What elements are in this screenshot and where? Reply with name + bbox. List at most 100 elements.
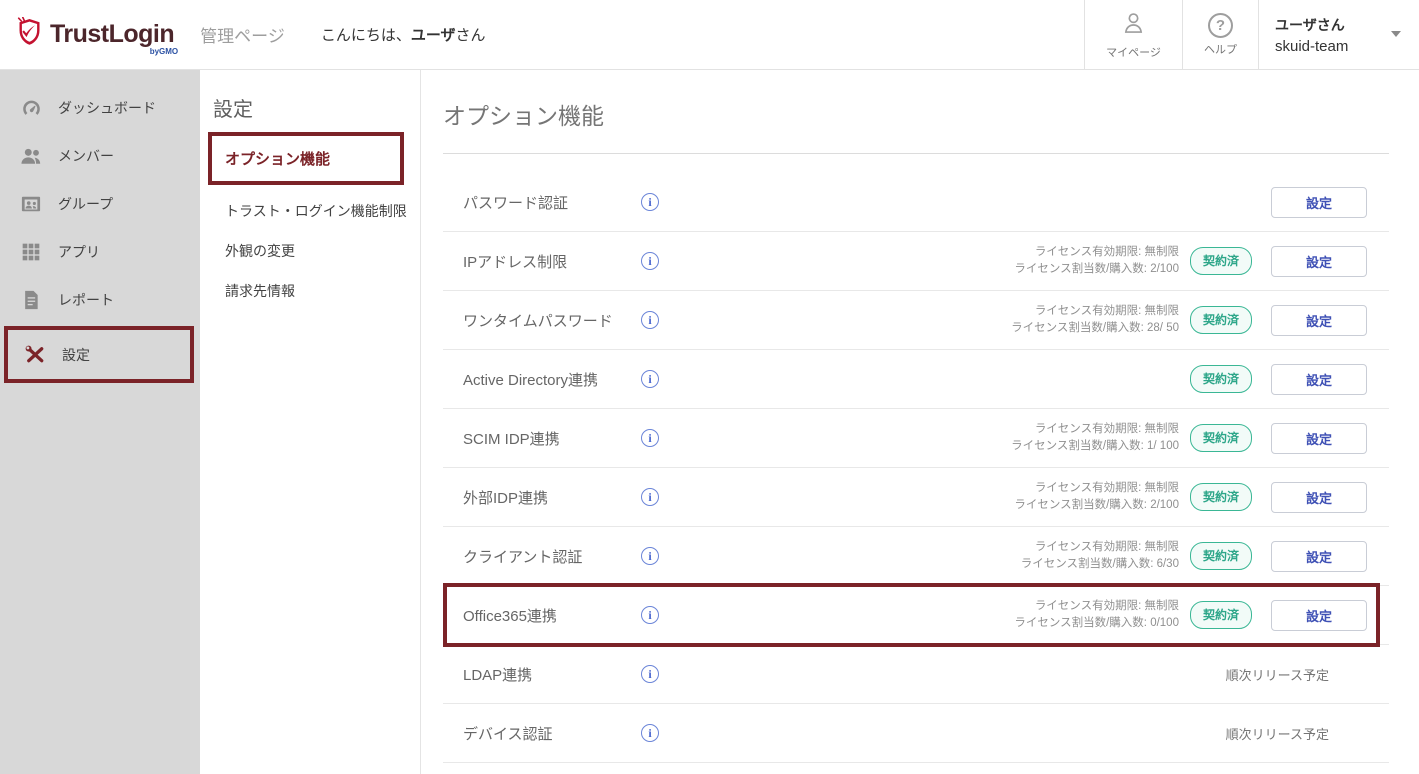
info-icon[interactable]: i <box>641 252 659 270</box>
contracted-badge: 契約済 <box>1190 424 1252 452</box>
feature-row: SCIM IDP連携i ライセンス有効期限: 無制限ライセンス割当数/購入数: 1… <box>443 409 1389 468</box>
mypage-button[interactable]: マイページ <box>1084 0 1182 69</box>
contracted-badge: 契約済 <box>1190 365 1252 393</box>
page-title: オプション機能 <box>443 97 1389 131</box>
info-icon[interactable]: i <box>641 429 659 447</box>
row-controls: ライセンス有効期限: 無制限ライセンス割当数/購入数: 2/100 契約済設定 <box>1014 480 1367 515</box>
sidebar-item-label: ダッシュボード <box>58 98 156 118</box>
configure-button[interactable]: 設定 <box>1271 305 1367 336</box>
sidebar-item-dashboard[interactable]: ダッシュボード <box>0 84 200 132</box>
license-info: ライセンス有効期限: 無制限ライセンス割当数/購入数: 2/100 <box>1014 244 1179 279</box>
feature-row: クライアント認証i ライセンス有効期限: 無制限ライセンス割当数/購入数: 6/3… <box>443 527 1389 586</box>
sidebar-item-label: メンバー <box>58 146 114 166</box>
configure-button[interactable]: 設定 <box>1271 541 1367 572</box>
license-expiry: ライセンス有効期限: 無制限 <box>1011 421 1179 438</box>
feature-row: LDAP連携i 順次リリース予定 <box>443 645 1389 704</box>
feature-row: Office365連携iライセンス有効期限: 無制限ライセンス割当数/購入数: … <box>443 586 1389 645</box>
row-controls: 順次リリース予定 <box>1226 724 1367 743</box>
page-label: 管理ページ <box>200 22 285 47</box>
sidebar-nav: ダッシュボードメンバーグループアプリレポート設定 <box>0 70 200 774</box>
help-button[interactable]: ? ヘルプ <box>1182 0 1258 69</box>
info-icon[interactable]: i <box>641 193 659 211</box>
configure-button[interactable]: 設定 <box>1271 482 1367 513</box>
apps-icon <box>19 242 43 262</box>
configure-button[interactable]: 設定 <box>1271 246 1367 277</box>
mypage-label: マイページ <box>1106 44 1161 60</box>
feature-label: LDAP連携 <box>463 664 641 685</box>
caret-down-icon <box>1391 31 1401 37</box>
account-team-name: skuid-team <box>1275 38 1348 55</box>
contracted-badge: 契約済 <box>1190 306 1252 334</box>
contracted-badge: 契約済 <box>1190 247 1252 275</box>
license-expiry: ライセンス有効期限: 無制限 <box>1014 480 1179 497</box>
release-note: 順次リリース予定 <box>1226 665 1329 684</box>
feature-row: パスワード認証i 設定 <box>443 173 1389 232</box>
license-usage: ライセンス割当数/購入数: 2/100 <box>1014 261 1179 278</box>
info-icon[interactable]: i <box>641 488 659 506</box>
settings-nav-item[interactable]: オプション機能 <box>208 132 404 185</box>
settings-nav-item[interactable]: 外観の変更 <box>200 231 420 271</box>
header-actions: マイページ ? ヘルプ ユーザさん skuid-team <box>1084 0 1419 69</box>
brand-name: TrustLogin <box>50 20 174 48</box>
configure-button[interactable]: 設定 <box>1271 187 1367 218</box>
info-icon[interactable]: i <box>641 311 659 329</box>
sidebar-item-label: アプリ <box>58 242 100 262</box>
sidebar-item-label: グループ <box>58 194 113 214</box>
feature-label: ワンタイムパスワード <box>463 310 641 331</box>
groups-icon <box>19 194 43 214</box>
row-controls: ライセンス有効期限: 無制限ライセンス割当数/購入数: 1/ 100 契約済設定 <box>1011 421 1367 456</box>
feature-label: SCIM IDP連携 <box>463 428 641 449</box>
info-icon[interactable]: i <box>641 665 659 683</box>
sidebar-item-members[interactable]: メンバー <box>0 132 200 180</box>
sidebar-item-groups[interactable]: グループ <box>0 180 200 228</box>
configure-button[interactable]: 設定 <box>1271 364 1367 395</box>
settings-nav-items: オプション機能トラスト・ログイン機能制限外観の変更請求先情報 <box>200 132 420 311</box>
info-icon[interactable]: i <box>641 370 659 388</box>
info-icon[interactable]: i <box>641 724 659 742</box>
row-controls: ライセンス有効期限: 無制限ライセンス割当数/購入数: 2/100 契約済設定 <box>1014 244 1367 279</box>
settings-heading: 設定 <box>213 93 420 122</box>
license-expiry: ライセンス有効期限: 無制限 <box>1014 244 1179 261</box>
feature-label: パスワード認証 <box>463 192 641 213</box>
shield-logo-icon <box>16 17 43 52</box>
contracted-badge: 契約済 <box>1190 542 1252 570</box>
help-label: ヘルプ <box>1204 41 1237 57</box>
feature-label: Active Directory連携 <box>463 369 641 390</box>
sidebar-item-label: 設定 <box>62 345 90 365</box>
license-usage: ライセンス割当数/購入数: 28/ 50 <box>1011 320 1179 337</box>
settings-nav-item[interactable]: トラスト・ログイン機能制限 <box>200 191 420 231</box>
license-info: ライセンス有効期限: 無制限ライセンス割当数/購入数: 28/ 50 <box>1011 303 1179 338</box>
configure-button[interactable]: 設定 <box>1271 600 1367 631</box>
configure-button[interactable]: 設定 <box>1271 423 1367 454</box>
contracted-badge: 契約済 <box>1190 483 1252 511</box>
row-controls: ライセンス有効期限: 無制限ライセンス割当数/購入数: 28/ 50 契約済設定 <box>1011 303 1367 338</box>
settings-icon <box>23 343 47 366</box>
main-content: オプション機能 パスワード認証i設定IPアドレス制限iライセンス有効期限: 無制… <box>421 70 1419 774</box>
release-note: 順次リリース予定 <box>1226 724 1329 743</box>
brand-sub: byGMO <box>150 47 178 56</box>
info-icon[interactable]: i <box>641 547 659 565</box>
sidebar-item-settings[interactable]: 設定 <box>4 326 194 383</box>
license-usage: ライセンス割当数/購入数: 0/100 <box>1014 615 1179 632</box>
license-info: ライセンス有効期限: 無制限ライセンス割当数/購入数: 0/100 <box>1014 598 1179 633</box>
feature-label: 外部IDP連携 <box>463 487 641 508</box>
license-usage: ライセンス割当数/購入数: 1/ 100 <box>1011 438 1179 455</box>
settings-nav-item[interactable]: 請求先情報 <box>200 271 420 311</box>
license-info: ライセンス有効期限: 無制限ライセンス割当数/購入数: 6/30 <box>1021 539 1179 574</box>
sidebar-item-apps[interactable]: アプリ <box>0 228 200 276</box>
feature-label: クライアント認証 <box>463 546 641 567</box>
license-usage: ライセンス割当数/購入数: 2/100 <box>1014 497 1179 514</box>
feature-rows: パスワード認証i設定IPアドレス制限iライセンス有効期限: 無制限ライセンス割当… <box>443 173 1389 763</box>
info-icon[interactable]: i <box>641 606 659 624</box>
license-expiry: ライセンス有効期限: 無制限 <box>1011 303 1179 320</box>
feature-row: ワンタイムパスワードi ライセンス有効期限: 無制限ライセンス割当数/購入数: 2… <box>443 291 1389 350</box>
sidebar-item-report[interactable]: レポート <box>0 276 200 324</box>
license-expiry: ライセンス有効期限: 無制限 <box>1021 539 1179 556</box>
dashboard-icon <box>19 98 43 119</box>
contracted-badge: 契約済 <box>1190 601 1252 629</box>
trustlogin-logo[interactable]: TrustLogin byGMO <box>16 17 174 52</box>
greeting: こんにちは、ユーザさん <box>321 24 486 45</box>
account-menu[interactable]: ユーザさん skuid-team <box>1258 0 1419 69</box>
feature-row: Active Directory連携i 契約済設定 <box>443 350 1389 409</box>
row-controls: ライセンス有効期限: 無制限ライセンス割当数/購入数: 0/100 契約済設定 <box>1014 598 1367 633</box>
